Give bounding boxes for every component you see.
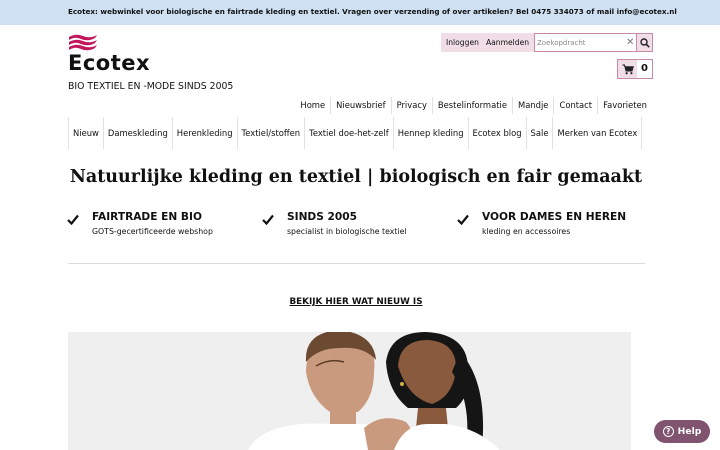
search-button[interactable]: [636, 34, 652, 51]
main-nav-womens[interactable]: Dameskleding: [104, 117, 173, 149]
check-icon: [67, 214, 79, 225]
utility-nav-basket[interactable]: Mandje: [512, 97, 553, 114]
hero-image[interactable]: [68, 332, 631, 450]
help-label: Help: [677, 426, 702, 437]
utility-nav: Home Nieuwsbrief Privacy Bestelinformati…: [295, 97, 652, 114]
usp-title: FAIRTRADE EN BIO: [92, 211, 202, 223]
brand-name: Ecotex: [68, 51, 151, 75]
usp-subtitle: GOTS-gecertificeerde webshop: [92, 227, 213, 236]
search-icon: [639, 37, 650, 48]
brand-tagline: BIO TEXTIEL EN -MODE SINDS 2005: [68, 81, 234, 92]
search-box: ✕: [534, 33, 653, 52]
announcement-text: Ecotex: webwinkel voor biologische en fa…: [68, 7, 677, 16]
utility-nav-order-info[interactable]: Bestelinformatie: [431, 97, 512, 114]
close-icon[interactable]: ✕: [626, 35, 634, 50]
check-icon: [457, 214, 469, 225]
check-icon: [262, 214, 274, 225]
section-divider: [68, 263, 645, 264]
cart-count: 0: [641, 63, 648, 74]
flag-logo-icon: [69, 34, 97, 51]
utility-nav-contact[interactable]: Contact: [553, 97, 597, 114]
register-link[interactable]: Aanmelden: [486, 38, 529, 47]
main-nav-fabrics[interactable]: Textiel/stoffen: [238, 117, 306, 149]
hero-photo: [68, 332, 631, 450]
usp-title: SINDS 2005: [287, 211, 358, 223]
search-input[interactable]: [537, 36, 625, 49]
main-nav-blog[interactable]: Ecotex blog: [469, 117, 527, 149]
cart-icon-box: [618, 60, 637, 78]
main-nav-brands[interactable]: Merken van Ecotex: [553, 117, 643, 149]
utility-nav-home[interactable]: Home: [295, 97, 330, 114]
account-links: Inloggen Aanmelden: [441, 33, 535, 52]
main-nav-hemp[interactable]: Hennep kleding: [394, 117, 469, 149]
announcement-bar: Ecotex: webwinkel voor biologische en fa…: [0, 0, 720, 25]
utility-nav-newsletter[interactable]: Nieuwsbrief: [330, 97, 390, 114]
help-button[interactable]: ? Help: [654, 420, 710, 443]
utility-nav-favorites[interactable]: Favorieten: [597, 97, 652, 114]
main-nav-new[interactable]: Nieuw: [68, 117, 104, 149]
page-title: Natuurlijke kleding en textiel | biologi…: [69, 167, 643, 187]
utility-nav-privacy[interactable]: Privacy: [390, 97, 432, 114]
login-link[interactable]: Inloggen: [446, 38, 479, 47]
main-nav: Nieuw Dameskleding Herenkleding Textiel/…: [68, 117, 643, 149]
site-logo[interactable]: Ecotex: [68, 33, 151, 75]
cart-icon: [622, 64, 634, 74]
cart-button[interactable]: 0: [617, 59, 653, 79]
usp-subtitle: kleding en accessoires: [482, 227, 571, 236]
usp-subtitle: specialist in biologische textiel: [287, 227, 407, 236]
usp-title: VOOR DAMES EN HEREN: [482, 211, 627, 223]
main-nav-mens[interactable]: Herenkleding: [173, 117, 238, 149]
main-nav-diy[interactable]: Textiel doe-het-zelf: [305, 117, 394, 149]
whats-new-link[interactable]: BEKIJK HIER WAT NIEUW IS: [0, 297, 712, 307]
main-nav-sale[interactable]: Sale: [527, 117, 554, 149]
question-circle-icon: ?: [662, 426, 674, 437]
